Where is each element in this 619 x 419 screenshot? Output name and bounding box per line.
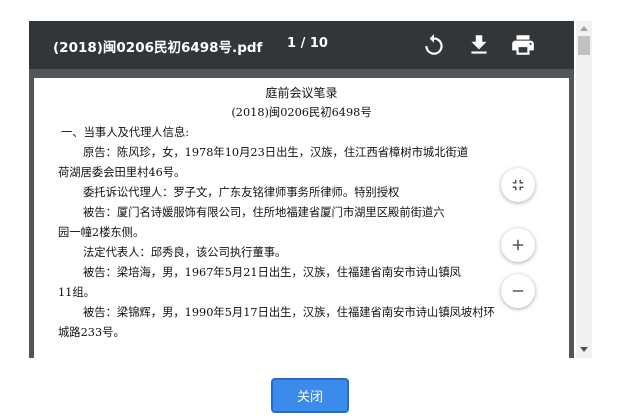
- pdf-viewer: (2018)闽0206民初6498号.pdf 1 / 10 庭前会议笔录 (20…: [29, 21, 574, 358]
- doc-line: 被告：梁培海，男，1967年5月21日出生，汉族，住福建省南安市诗山镇凤: [83, 266, 461, 279]
- rotate-icon[interactable]: [421, 32, 447, 58]
- doc-line: 法定代表人：邱秀良，该公司执行董事。: [83, 246, 287, 259]
- vertical-scrollbar[interactable]: [576, 21, 592, 358]
- doc-title: 庭前会议笔录: [265, 86, 338, 100]
- doc-line: 园一幢2楼东侧。: [58, 226, 145, 239]
- doc-line: 荷湖居委会田里村46号。: [58, 166, 186, 179]
- doc-line: 被告：梁锦辉，男，1990年5月17日出生，汉族，住福建省南安市诗山镇凤坡村环: [83, 306, 495, 319]
- close-button[interactable]: 关闭: [271, 378, 349, 413]
- zoom-out-icon[interactable]: [501, 274, 535, 308]
- doc-line: 委托诉讼代理人：罗子文，广东友铭律师事务所律师。特别授权: [83, 186, 400, 199]
- fit-page-icon[interactable]: [501, 168, 535, 202]
- print-icon[interactable]: [510, 32, 536, 58]
- doc-line: 被告：厦门名诗媛服饰有限公司，住所地福建省厦门市湖里区殿前街道六: [83, 206, 445, 219]
- doc-case-number: (2018)闽0206民初6498号: [231, 106, 372, 119]
- doc-line: 原告：陈风珍，女，1978年10月23日出生，汉族，住江西省樟树市城北街道: [83, 146, 469, 159]
- pdf-filename: (2018)闽0206民初6498号.pdf: [53, 40, 263, 56]
- doc-line: 城路233号。: [58, 326, 125, 339]
- scroll-up-icon[interactable]: [580, 26, 588, 31]
- scrollbar-thumb[interactable]: [578, 36, 590, 55]
- pdf-toolbar: (2018)闽0206民初6498号.pdf 1 / 10: [29, 21, 574, 69]
- download-icon[interactable]: [466, 32, 492, 58]
- page-indicator: 1 / 10: [287, 36, 328, 51]
- doc-line: 11组。: [58, 286, 95, 299]
- scroll-down-icon[interactable]: [580, 347, 588, 352]
- doc-line: 一、当事人及代理人信息:: [61, 126, 190, 139]
- pdf-page: 庭前会议笔录 (2018)闽0206民初6498号 一、当事人及代理人信息: 原…: [34, 78, 569, 358]
- zoom-in-icon[interactable]: [501, 228, 535, 262]
